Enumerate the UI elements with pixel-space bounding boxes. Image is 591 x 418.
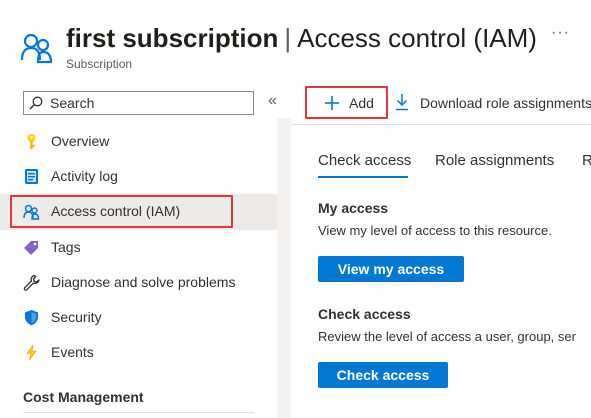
my-access-title: My access bbox=[318, 200, 389, 216]
blade-name: Access control (IAM) bbox=[297, 23, 537, 53]
tab-roles[interactable]: R bbox=[582, 152, 591, 169]
sidebar-item-label: Tags bbox=[51, 239, 81, 255]
check-access-description: Review the level of access a user, group… bbox=[318, 329, 576, 344]
sidebar-section-heading: Cost Management bbox=[23, 389, 144, 405]
sidebar-item-activity-log[interactable]: Activity log bbox=[0, 159, 277, 195]
people-icon bbox=[20, 33, 53, 64]
sidebar-item-security[interactable]: Security bbox=[0, 300, 277, 336]
title-separator: | bbox=[284, 23, 292, 53]
tab-role-assignments[interactable]: Role assignments bbox=[435, 152, 554, 169]
search-icon bbox=[29, 96, 43, 110]
view-my-access-button[interactable]: View my access bbox=[318, 256, 464, 282]
sidebar-item-label: Overview bbox=[51, 133, 110, 149]
tab-check-access[interactable]: Check access bbox=[318, 152, 411, 169]
divider bbox=[23, 412, 254, 413]
sidebar-item-diagnose[interactable]: Diagnose and solve problems bbox=[0, 265, 277, 301]
page-subtitle: Subscription bbox=[66, 57, 133, 71]
check-access-title: Check access bbox=[318, 306, 411, 322]
resource-name: first subscription bbox=[66, 23, 279, 53]
shield-icon bbox=[25, 310, 38, 326]
my-access-description: View my level of access to this resource… bbox=[318, 223, 552, 238]
sidebar-item-label: Diagnose and solve problems bbox=[51, 274, 236, 290]
more-options-button[interactable]: ··· bbox=[551, 24, 570, 42]
sidebar-item-overview[interactable]: Overview bbox=[0, 124, 277, 160]
page-title: first subscription | Access control (IAM) bbox=[66, 22, 537, 54]
divider bbox=[291, 124, 591, 125]
sidebar-item-label: Events bbox=[51, 344, 94, 360]
tag-icon bbox=[24, 241, 38, 255]
highlight-box-access-control bbox=[10, 195, 233, 228]
highlight-box-add bbox=[305, 86, 388, 119]
download-role-assignments-button[interactable]: Download role assignments bbox=[420, 95, 591, 111]
key-icon bbox=[27, 134, 36, 149]
sidebar-item-label: Security bbox=[51, 309, 102, 325]
sidebar-item-tags[interactable]: Tags bbox=[0, 230, 277, 266]
check-access-button[interactable]: Check access bbox=[318, 362, 448, 388]
collapse-sidebar-button[interactable]: « bbox=[268, 92, 277, 110]
download-icon[interactable] bbox=[394, 93, 410, 111]
lightning-icon bbox=[26, 344, 37, 361]
sidebar-scrollbar[interactable] bbox=[277, 118, 291, 418]
wrench-icon bbox=[23, 274, 40, 291]
log-icon bbox=[25, 169, 38, 184]
search-input[interactable]: Search bbox=[23, 91, 254, 115]
active-tab-indicator bbox=[318, 176, 408, 178]
sidebar-item-label: Activity log bbox=[51, 168, 118, 184]
sidebar-item-events[interactable]: Events bbox=[0, 335, 277, 371]
search-placeholder: Search bbox=[50, 95, 95, 111]
